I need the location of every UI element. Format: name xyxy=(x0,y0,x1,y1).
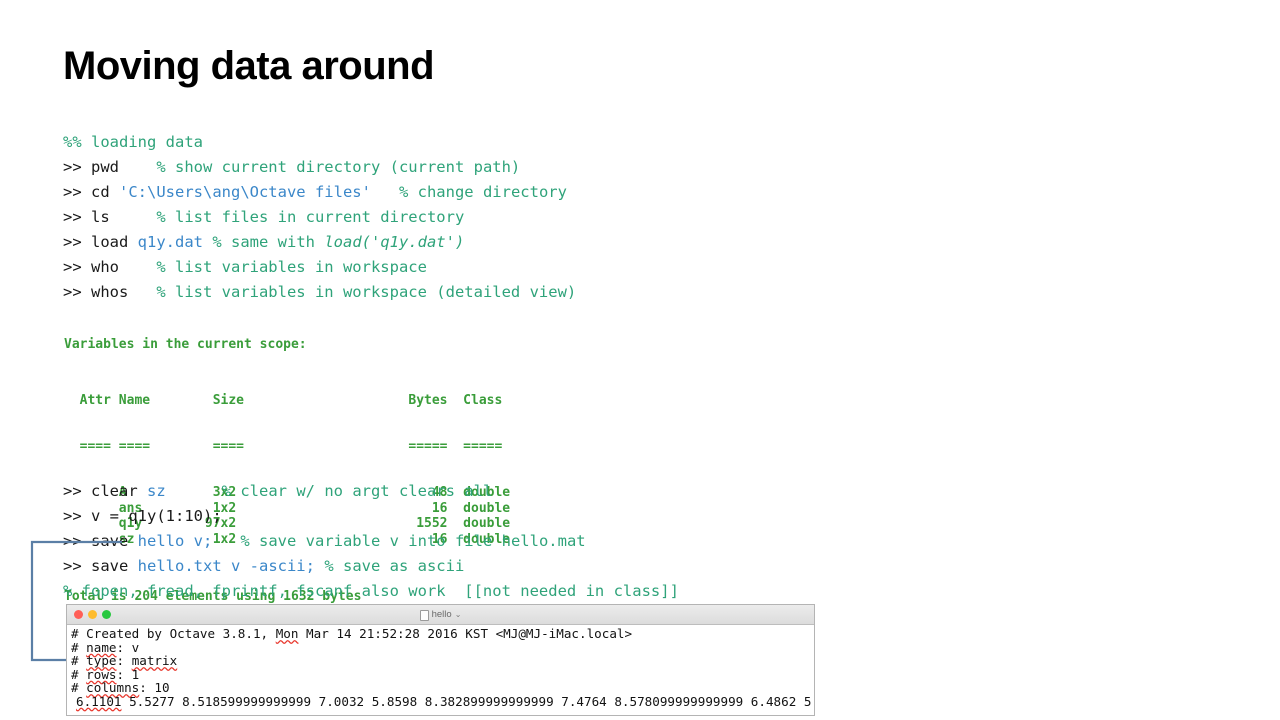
code-token-prompt: >> xyxy=(63,258,91,276)
document-text-area[interactable]: # Created by Octave 3.8.1, Mon Mar 14 21… xyxy=(67,625,814,709)
code-token-arg: sz xyxy=(147,482,166,500)
code-line: >> pwd % show current directory (current… xyxy=(63,155,576,180)
window-title-group: hello ⌄ xyxy=(67,609,814,621)
whos-column-rules: ==== ==== ==== ===== ===== xyxy=(64,439,503,455)
code-token-prompt: >> xyxy=(63,507,91,525)
code-line: >> v = q1y(1:10); xyxy=(63,504,679,529)
code-token-cmt: % fopen, fread, fprintf, fscanf also wor… xyxy=(63,582,679,600)
code-token-cmd xyxy=(203,233,212,251)
document-icon xyxy=(419,610,429,621)
code-token-cmd: save xyxy=(91,557,138,575)
window-titlebar[interactable]: hello ⌄ xyxy=(67,604,814,625)
document-header-line: # rows: 1 xyxy=(71,667,814,682)
code-token-cmd xyxy=(166,482,222,500)
octave-session-code-bottom: >> clear sz % clear w/ no argt clears al… xyxy=(63,479,679,604)
code-token-prompt: >> xyxy=(63,208,91,226)
code-token-cmd: save xyxy=(91,532,138,550)
code-token-cmd: clear xyxy=(91,482,147,500)
code-line: >> clear sz % clear w/ no argt clears al… xyxy=(63,479,679,504)
code-token-cmd xyxy=(119,258,156,276)
code-token-cmd xyxy=(371,183,399,201)
code-token-cmd xyxy=(110,208,157,226)
code-token-cmd: v = q1y(1:10); xyxy=(91,507,222,525)
code-line: >> who % list variables in workspace xyxy=(63,255,576,280)
window-title-label: hello xyxy=(431,609,452,620)
code-token-prompt: >> xyxy=(63,183,91,201)
page-title: Moving data around xyxy=(63,44,435,88)
code-line: >> save hello.txt v -ascii; % save as as… xyxy=(63,554,679,579)
code-token-cmt: %% loading data xyxy=(63,133,203,151)
document-text: 5.5277 8.518599999999999 7.0032 5.8598 8… xyxy=(121,693,815,709)
code-token-arg: hello v; xyxy=(137,532,213,550)
code-token-cmt: % clear w/ no argt clears all xyxy=(221,482,493,500)
code-token-cmt: % save variable v into file hello.mat xyxy=(240,532,586,550)
code-line: >> cd 'C:\Users\ang\Octave files' % chan… xyxy=(63,180,576,205)
document-header-line: # type: matrix xyxy=(71,654,814,668)
code-token-cmt: % change directory xyxy=(398,183,567,201)
code-token-cmd: pwd xyxy=(91,158,119,176)
code-token-cmt: % list variables in workspace xyxy=(156,258,427,276)
code-token-cmd: who xyxy=(91,258,119,276)
document-header-line: # Created by Octave 3.8.1, Mon Mar 14 21… xyxy=(71,627,814,641)
code-token-cmd: ls xyxy=(91,208,110,226)
code-line: >> load q1y.dat % same with load('q1y.da… xyxy=(63,230,576,255)
document-header-line: # columns: 10 xyxy=(71,681,814,695)
document-data-line: 6.1101 5.5277 8.518599999999999 7.0032 5… xyxy=(71,695,814,709)
code-token-arg: q1y.dat xyxy=(137,233,203,251)
code-line: >> save hello v; % save variable v into … xyxy=(63,529,679,554)
code-token-cmd xyxy=(119,158,156,176)
code-token-cmd: load xyxy=(91,233,138,251)
code-token-prompt: >> xyxy=(63,557,91,575)
code-token-cmd xyxy=(315,557,324,575)
code-token-arg: hello.txt v -ascii; xyxy=(137,557,315,575)
code-line: %% loading data xyxy=(63,130,576,155)
whos-heading: Variables in the current scope: xyxy=(64,336,307,352)
whos-column-headers: Attr Name Size Bytes Class xyxy=(64,393,503,409)
code-line: % fopen, fread, fprintf, fscanf also wor… xyxy=(63,579,679,604)
code-token-cmt: % save as ascii xyxy=(324,557,465,575)
code-token-cmd xyxy=(212,532,240,550)
code-token-prompt: >> xyxy=(63,482,91,500)
misspelled-word: Mon xyxy=(275,626,299,641)
code-token-cmt: % show current directory (current path) xyxy=(156,158,521,176)
code-token-prompt: >> xyxy=(63,532,91,550)
document-text: Mar 14 21:52:28 2016 KST <MJ@MJ-iMac.loc… xyxy=(298,626,633,641)
code-token-str: 'C:\Users\ang\Octave files' xyxy=(119,183,371,201)
code-token-cmd: cd xyxy=(91,183,119,201)
code-line: >> ls % list files in current directory xyxy=(63,205,576,230)
hello-txt-window[interactable]: hello ⌄ # Created by Octave 3.8.1, Mon M… xyxy=(66,604,815,716)
code-token-prompt: >> xyxy=(63,158,91,176)
code-token-cmt: % list variables in workspace (detailed … xyxy=(156,283,577,301)
code-token-prompt: >> xyxy=(63,283,91,301)
chevron-down-icon[interactable]: ⌄ xyxy=(455,610,462,619)
code-token-cmd xyxy=(128,283,156,301)
code-token-cmt: % list files in current directory xyxy=(156,208,465,226)
code-token-cmt: % same with xyxy=(212,233,325,251)
code-token-cmt-i: load('q1y.dat') xyxy=(324,233,465,251)
code-token-prompt: >> xyxy=(63,233,91,251)
misspelled-word: 6.1101 xyxy=(76,693,122,709)
code-line: >> whos % list variables in workspace (d… xyxy=(63,280,576,305)
document-header-line: # name: v xyxy=(71,640,814,655)
code-token-cmd: whos xyxy=(91,283,129,301)
octave-session-code-top: %% loading data >> pwd % show current dir… xyxy=(63,130,576,305)
